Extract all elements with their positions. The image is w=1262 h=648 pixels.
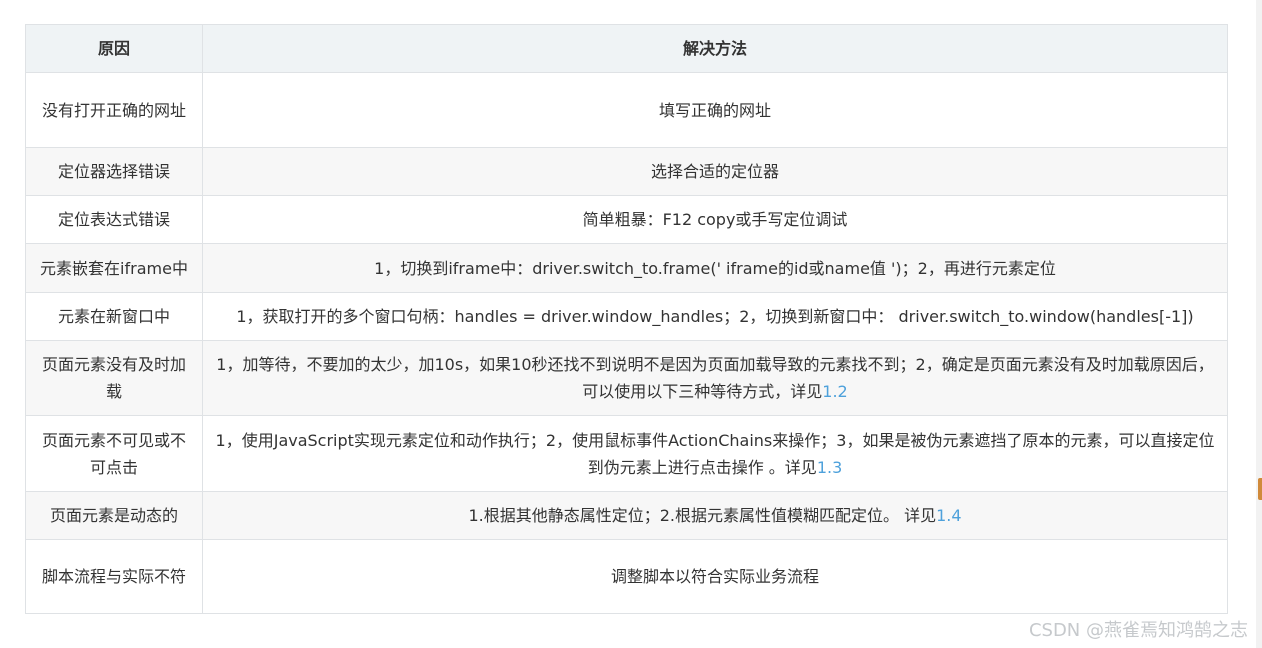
solution-cell: 选择合适的定位器 (202, 147, 1228, 196)
cause-cell: 定位表达式错误 (25, 195, 203, 244)
table-row: 没有打开正确的网址 填写正确的网址 (25, 72, 1228, 148)
solution-text: 填写正确的网址 (658, 100, 771, 120)
solution-text: 简单粗暴：F12 copy或手写定位调试 (582, 210, 848, 229)
solution-cell: 填写正确的网址 (202, 72, 1228, 148)
solution-cell: 1，使用JavaScript实现元素定位和动作执行；2，使用鼠标事件Action… (202, 415, 1228, 492)
solution-cell: 调整脚本以符合实际业务流程 (202, 539, 1228, 614)
cause-cell: 定位器选择错误 (25, 147, 203, 196)
table-row: 元素嵌套在iframe中 1，切换到iframe中：driver.switch_… (25, 243, 1228, 293)
watermark: CSDN @燕雀焉知鸿鹄之志 (1028, 620, 1248, 641)
solution-text: 调整脚本以符合实际业务流程 (610, 567, 819, 586)
solution-cell: 1，切换到iframe中：driver.switch_to.frame(' if… (202, 243, 1228, 293)
section-link[interactable]: 1.3 (817, 458, 842, 477)
troubleshooting-table: 原因 解决方法 没有打开正确的网址 填写正确的网址 定位器选择错误 选择合适的定… (25, 24, 1228, 614)
cause-cell: 页面元素是动态的 (25, 491, 203, 540)
table-row: 元素在新窗口中 1，获取打开的多个窗口句柄：handles = driver.w… (25, 292, 1228, 341)
scrollbar-track[interactable] (1256, 0, 1262, 648)
header-solution: 解决方法 (202, 24, 1228, 73)
cause-cell: 没有打开正确的网址 (25, 72, 203, 148)
solution-cell: 1，获取打开的多个窗口句柄：handles = driver.window_ha… (202, 292, 1228, 341)
table-row: 定位表达式错误 简单粗暴：F12 copy或手写定位调试 (25, 195, 1228, 244)
table-header-row: 原因 解决方法 (25, 24, 1228, 73)
table-row: 脚本流程与实际不符 调整脚本以符合实际业务流程 (25, 539, 1228, 614)
solution-cell: 简单粗暴：F12 copy或手写定位调试 (202, 195, 1228, 244)
solution-text: 1，使用JavaScript实现元素定位和动作执行；2，使用鼠标事件Action… (215, 430, 1215, 477)
table-row: 页面元素是动态的 1.根据其他静态属性定位；2.根据元素属性值模糊匹配定位。 详… (25, 491, 1228, 540)
table-row: 页面元素没有及时加载 1，加等待，不要加的太少，加10s，如果10秒还找不到说明… (25, 340, 1228, 416)
cause-cell: 脚本流程与实际不符 (25, 539, 203, 614)
table-row: 定位器选择错误 选择合适的定位器 (25, 147, 1228, 196)
side-tab-marker[interactable] (1258, 478, 1262, 500)
solution-cell: 1.根据其他静态属性定位；2.根据元素属性值模糊匹配定位。 详见1.4 (202, 491, 1228, 540)
section-link[interactable]: 1.2 (822, 382, 847, 401)
cause-cell: 页面元素不可见或不可点击 (25, 415, 203, 492)
header-cause: 原因 (25, 24, 203, 73)
solution-text: 1，加等待，不要加的太少，加10s，如果10秒还找不到说明不是因为页面加载导致的… (216, 355, 1214, 401)
solution-text: 选择合适的定位器 (650, 162, 779, 181)
solution-text: 1，获取打开的多个窗口句柄：handles = driver.window_ha… (236, 307, 1194, 326)
cause-cell: 页面元素没有及时加载 (25, 340, 203, 416)
section-link[interactable]: 1.4 (936, 506, 961, 525)
solution-cell: 1，加等待，不要加的太少，加10s，如果10秒还找不到说明不是因为页面加载导致的… (202, 340, 1228, 416)
solution-text: 1，切换到iframe中：driver.switch_to.frame(' if… (374, 258, 1056, 278)
page: 原因 解决方法 没有打开正确的网址 填写正确的网址 定位器选择错误 选择合适的定… (0, 0, 1262, 648)
cause-cell: 元素在新窗口中 (25, 292, 203, 341)
table-row: 页面元素不可见或不可点击 1，使用JavaScript实现元素定位和动作执行；2… (25, 415, 1228, 492)
solution-text: 1.根据其他静态属性定位；2.根据元素属性值模糊匹配定位。 详见 (468, 506, 937, 525)
cause-cell: 元素嵌套在iframe中 (25, 243, 203, 293)
